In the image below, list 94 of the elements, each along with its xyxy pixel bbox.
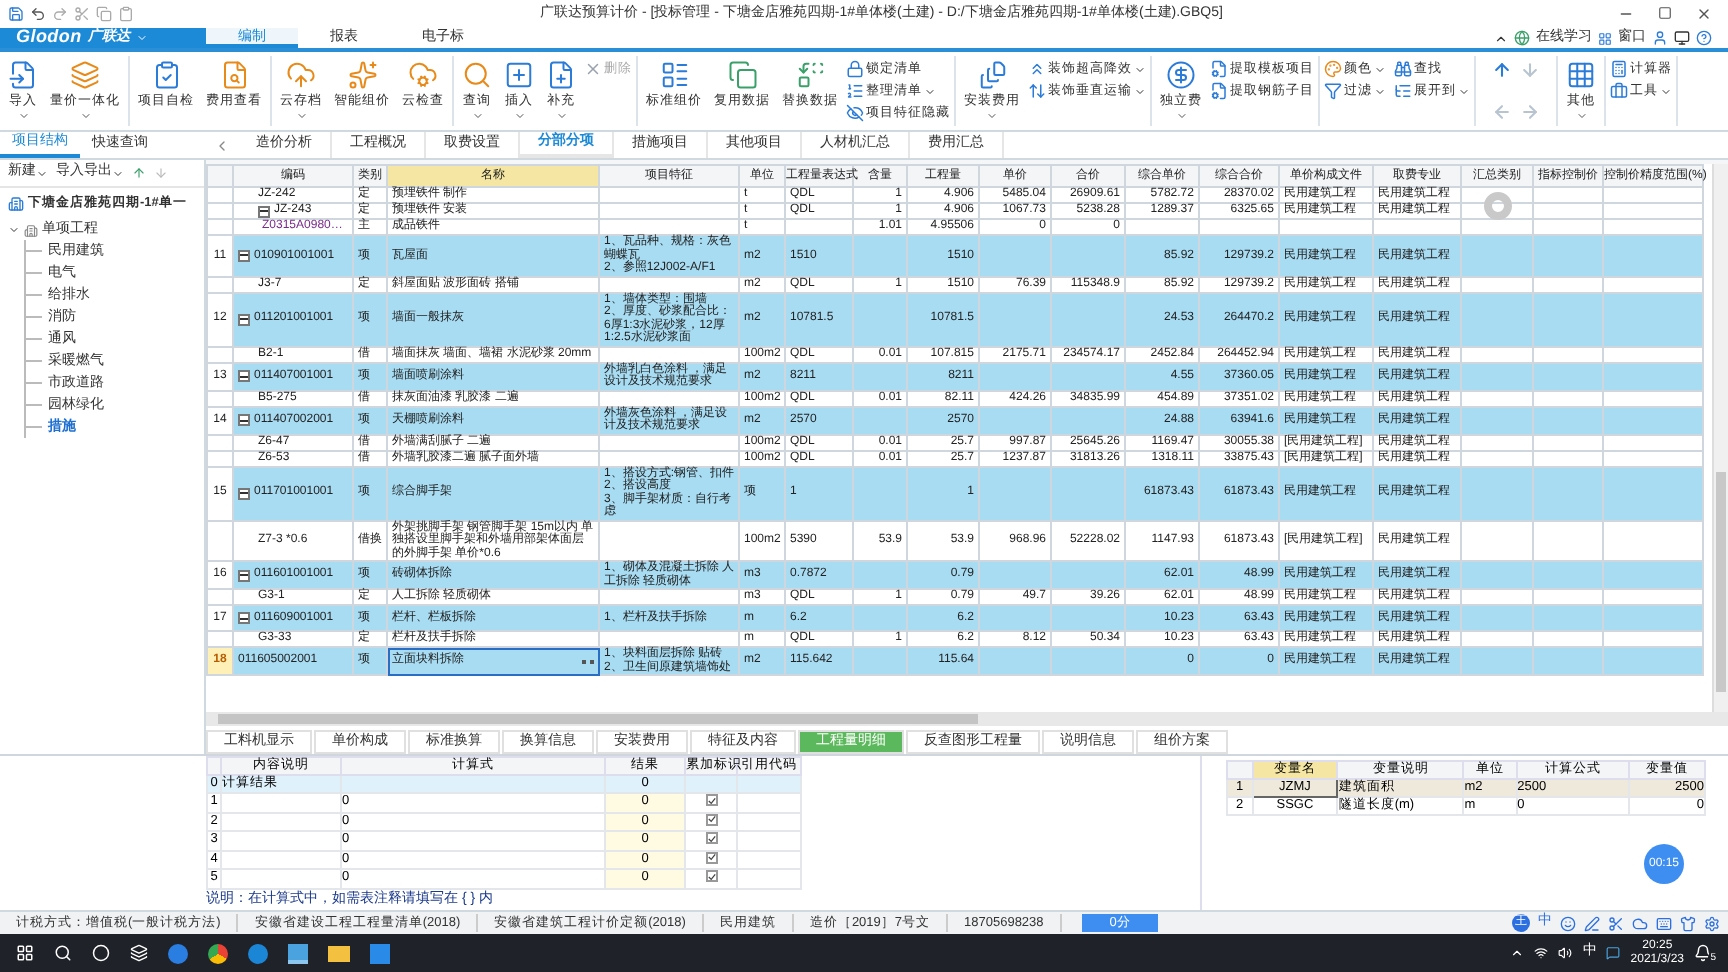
horizontal-scrollbar[interactable] [206,712,1728,726]
loading-spinner-icon [1484,192,1512,220]
notification-icon[interactable] [1694,944,1712,962]
plus-square-icon [504,60,534,90]
up-down-icon [1028,82,1046,100]
grid-icon [1598,31,1612,45]
shirt-icon[interactable] [1680,915,1696,931]
keyboard-icon[interactable] [1656,915,1672,931]
caret-icon [471,110,483,122]
file-search-icon [219,60,249,90]
collapse-toggle[interactable] [238,569,250,582]
network-icon[interactable] [1534,946,1549,960]
start-icon[interactable] [16,944,34,962]
folder-icon[interactable] [328,945,350,961]
calculator-icon [1610,60,1628,78]
user-icon[interactable] [1652,30,1668,46]
caret-icon [79,110,91,122]
copy-icon [727,60,757,90]
collapse-ribbon-icon[interactable] [1494,31,1508,45]
caret-icon [1575,110,1587,122]
eye-off-icon [846,104,864,122]
caret-icon [17,110,29,122]
caret-icon [112,167,124,179]
vertical-scrollbar[interactable] [1712,164,1728,712]
list-layout-icon [659,60,689,90]
checkbox[interactable] [705,870,717,882]
collapse-toggle[interactable] [258,205,270,218]
settings-icon[interactable] [1704,915,1720,931]
cloud-gear-icon [408,60,438,90]
volume-icon[interactable] [1558,946,1573,960]
caret-icon [295,110,307,122]
ordered-list-icon [846,82,864,100]
collapse-toggle[interactable] [238,313,250,326]
coin-icon [1166,60,1196,90]
caret-icon [1175,110,1187,122]
caret-icon [986,110,998,122]
scissors-icon[interactable] [1608,915,1624,931]
pen-icon[interactable] [1584,915,1600,931]
file-gear-icon [1210,60,1228,78]
replace-icon [795,60,825,90]
clipboard-icon[interactable] [118,6,134,22]
chat-icon[interactable] [1606,946,1621,960]
double-chevron-icon [1028,60,1046,78]
search-icon [462,60,492,90]
save-icon[interactable] [8,6,24,22]
lock-icon [846,60,864,78]
filter-icon [1324,82,1342,100]
caret-icon [36,167,48,179]
checkbox[interactable] [705,794,717,806]
tree-toggle[interactable] [8,224,20,236]
collapse-toggle[interactable] [238,249,250,262]
arrow-up-button[interactable] [1492,59,1512,80]
tray-expand-icon[interactable] [1510,946,1525,960]
clipboard-check-icon [151,60,181,90]
file-stack-icon [977,60,1007,90]
collapse-toggle[interactable] [238,414,250,427]
monitor-icon[interactable] [1674,30,1690,46]
maximize-icon[interactable] [1658,6,1672,20]
binoculars-icon [1394,60,1412,78]
caret-icon [555,110,567,122]
close-icon[interactable] [1696,6,1712,22]
building-icon [24,223,38,237]
globe-icon [1514,30,1530,46]
app-icon[interactable] [370,943,390,963]
caret-icon [513,110,525,122]
file-plus-icon [546,60,576,90]
import-icon [8,60,38,90]
grid-icon [1566,60,1596,90]
close-icon [584,60,602,78]
collapse-toggle[interactable] [238,370,250,383]
collapse-toggle[interactable] [238,487,250,500]
caret-icon [1458,85,1470,97]
undo-icon[interactable] [30,6,46,22]
search-icon[interactable] [54,944,72,962]
layers-icon [70,60,100,90]
caret-icon [924,85,936,97]
caret-icon [135,32,148,44]
checkbox[interactable] [705,832,717,844]
building-icon [8,195,24,212]
circle-icon[interactable] [92,944,110,962]
task-view-icon[interactable] [130,944,148,962]
collapse-toggle[interactable] [238,612,250,625]
toolbox-icon [1610,82,1628,100]
emoji-icon[interactable] [1560,915,1576,931]
sparkles-icon [347,60,377,90]
help-icon[interactable] [1696,30,1712,46]
cloud-icon[interactable] [1632,915,1648,931]
palette-icon [1324,60,1342,78]
collapse-panel-icon[interactable] [214,137,230,153]
tree-list-icon [1394,82,1412,100]
move-up-icon[interactable] [132,166,146,180]
file-gear-icon [1210,82,1228,100]
cloud-upload-icon [286,60,316,90]
caret-icon [1660,85,1672,97]
